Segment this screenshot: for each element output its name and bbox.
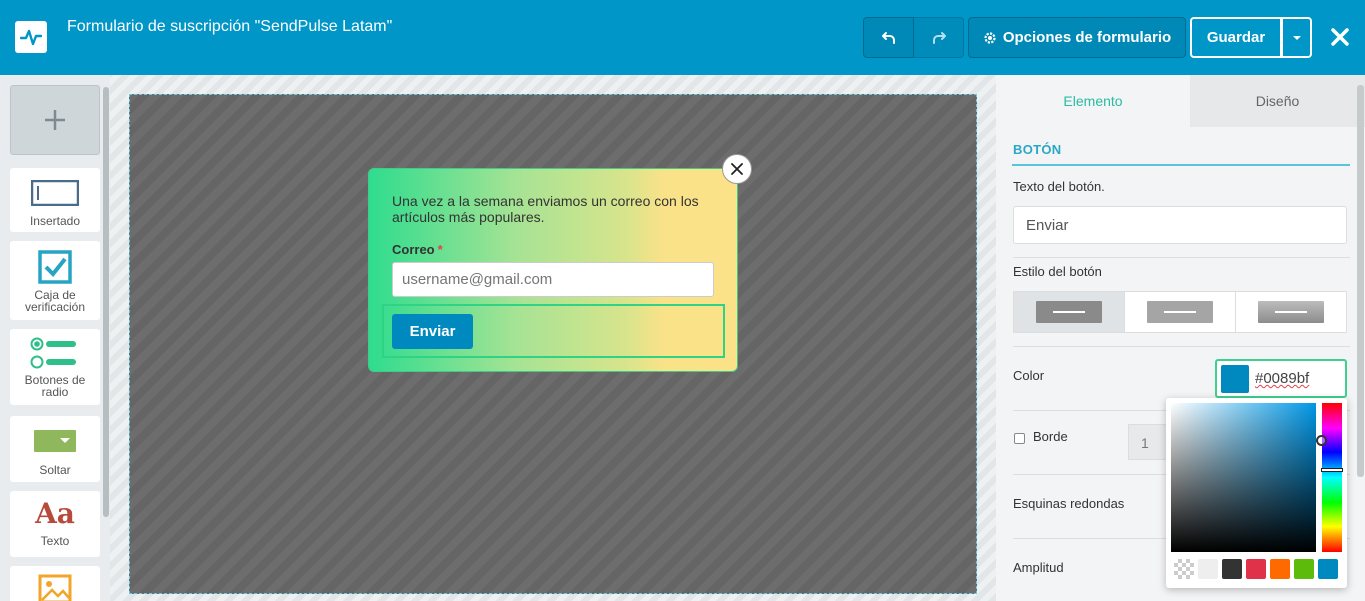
style-swatch	[1036, 301, 1102, 323]
email-field[interactable]	[392, 262, 714, 297]
add-element-button[interactable]	[10, 85, 100, 155]
submit-button[interactable]: Enviar	[392, 314, 473, 349]
tab-design[interactable]: Diseño	[1190, 75, 1365, 127]
redo-button[interactable]	[913, 17, 964, 58]
border-width-input[interactable]: 1	[1128, 424, 1168, 460]
preset-swatch[interactable]	[1318, 559, 1338, 579]
style-option-gradient[interactable]	[1236, 292, 1346, 332]
top-bar: Formulario de suscripción "SendPulse Lat…	[0, 0, 1365, 75]
tool-checkbox[interactable]: Caja de verificación	[10, 241, 100, 320]
dropdown-icon	[34, 430, 76, 452]
undo-button[interactable]	[863, 17, 914, 58]
divider	[1013, 257, 1350, 258]
color-label: Color	[1013, 368, 1045, 383]
checkbox-icon	[38, 250, 72, 284]
pulse-icon	[20, 29, 42, 46]
color-swatch[interactable]	[1221, 365, 1249, 393]
save-button[interactable]: Guardar	[1190, 17, 1282, 58]
tool-label: Botones de radio	[24, 373, 86, 399]
plus-icon	[45, 110, 65, 130]
preset-swatch[interactable]	[1222, 559, 1242, 579]
image-icon	[38, 574, 72, 601]
divider	[1013, 346, 1350, 347]
button-text-label: Texto del botón.	[1013, 179, 1105, 194]
width-label: Amplitud	[1013, 560, 1064, 575]
rounded-corners-label: Esquinas redondas	[1013, 496, 1125, 511]
close-icon	[731, 163, 743, 175]
form-description: Una vez a la semana enviamos un correo c…	[392, 193, 699, 225]
tool-label: Insertado	[29, 214, 81, 228]
section-underline	[1012, 164, 1350, 166]
saturation-handle[interactable]	[1316, 435, 1327, 446]
preset-swatch[interactable]	[1198, 559, 1218, 579]
caret-down-icon	[1292, 35, 1301, 40]
gear-icon	[984, 31, 996, 44]
hue-handle[interactable]	[1321, 468, 1343, 472]
tool-label: Caja de verificación	[24, 288, 86, 314]
color-presets	[1174, 559, 1338, 579]
page-title: Formulario de suscripción "SendPulse Lat…	[67, 18, 393, 35]
form-options-label: Opciones de formulario	[1002, 29, 1172, 46]
radio-icon	[30, 337, 76, 369]
preset-swatch[interactable]	[1270, 559, 1290, 579]
color-value: #0089bf	[1255, 370, 1310, 387]
saturation-area[interactable]	[1171, 403, 1316, 552]
preset-swatch[interactable]	[1294, 559, 1314, 579]
style-option-light[interactable]	[1125, 292, 1236, 332]
tool-label: Texto	[40, 534, 70, 548]
panel-scrollbar[interactable]	[1357, 85, 1364, 477]
tool-embedded[interactable]: Insertado	[10, 168, 100, 232]
elements-panel: Insertado Caja de verificación Botones d…	[0, 75, 110, 601]
hue-slider[interactable]	[1322, 403, 1342, 552]
close-editor-button[interactable]	[1325, 22, 1355, 52]
app-logo[interactable]	[15, 21, 47, 53]
tool-radio[interactable]: Botones de radio	[10, 329, 100, 405]
form-close-button[interactable]	[722, 154, 752, 184]
subscription-form[interactable]: Una vez a la semana enviamos un correo c…	[368, 168, 738, 372]
section-title: BOTÓN	[1013, 142, 1062, 157]
form-options-button[interactable]: Opciones de formulario	[968, 17, 1186, 58]
color-input[interactable]: #0089bf	[1215, 359, 1347, 398]
email-label: Correo *	[392, 242, 443, 257]
redo-icon	[932, 31, 946, 44]
tool-text[interactable]: Aa Texto	[10, 491, 100, 557]
button-text-input[interactable]	[1013, 206, 1347, 244]
close-icon	[1331, 28, 1349, 46]
preset-transparent[interactable]	[1174, 559, 1194, 579]
color-picker	[1166, 398, 1347, 588]
style-swatch	[1147, 301, 1213, 323]
tab-element[interactable]: Elemento	[996, 75, 1190, 127]
save-dropdown-button[interactable]	[1281, 17, 1312, 58]
preset-swatch[interactable]	[1246, 559, 1266, 579]
border-label: Borde	[1033, 429, 1068, 444]
style-swatch	[1258, 301, 1324, 323]
border-checkbox[interactable]	[1014, 433, 1025, 444]
undo-icon	[881, 31, 895, 44]
required-mark: *	[437, 242, 443, 257]
button-style-label: Estilo del botón	[1013, 264, 1102, 279]
text-icon: Aa	[35, 497, 75, 530]
tool-image[interactable]	[10, 566, 100, 601]
embedded-icon	[31, 180, 79, 206]
tool-label: Soltar	[39, 463, 71, 477]
button-style-options	[1013, 291, 1347, 333]
style-option-flat[interactable]	[1014, 292, 1125, 332]
tools-scrollbar[interactable]	[103, 87, 109, 517]
tool-dropdown[interactable]: Soltar	[10, 416, 100, 482]
